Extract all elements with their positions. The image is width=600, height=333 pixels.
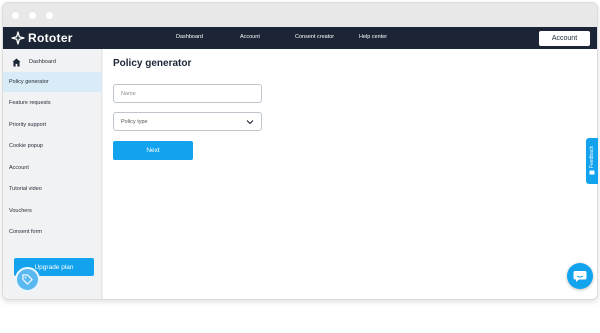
- account-button[interactable]: Account: [539, 31, 590, 46]
- sidebar-item-label: Cookie popup: [9, 143, 43, 149]
- top-navbar: Rototer Dashboard Account Consent creato…: [3, 27, 597, 49]
- sidebar-item-label: Dashboard: [29, 59, 56, 65]
- browser-window: Rototer Dashboard Account Consent creato…: [2, 2, 598, 300]
- tag-icon: [22, 274, 33, 285]
- window-dot-1: [12, 12, 19, 19]
- sidebar-item-label: Account: [9, 165, 29, 171]
- sidebar-item-label: Consent form: [9, 229, 43, 235]
- page-title: Policy generator: [113, 58, 192, 69]
- chevron-down-icon: [246, 120, 254, 125]
- sidebar-item-policy-generator[interactable]: Policy generator: [3, 72, 102, 92]
- nav-link-dashboard[interactable]: Dashboard: [176, 34, 203, 40]
- chat-icon: [573, 270, 587, 282]
- main-content: Policy generator Policy type Next: [103, 49, 597, 299]
- sidebar-item-label: Feature requests: [9, 100, 51, 106]
- sidebar: Dashboard Policy generator Feature reque…: [3, 49, 102, 299]
- sidebar-item-label: Vouchers: [9, 208, 32, 214]
- nav-link-help-center[interactable]: Help center: [359, 34, 387, 40]
- feedback-icon: [589, 170, 595, 175]
- sidebar-item-tutorial-video[interactable]: Tutorial video: [3, 179, 102, 199]
- window-chrome: [3, 3, 597, 27]
- policy-type-select[interactable]: Policy type: [113, 112, 262, 131]
- promo-tag-button[interactable]: [15, 267, 40, 292]
- brand-logo[interactable]: Rototer: [11, 30, 73, 46]
- sidebar-item-account[interactable]: Account: [3, 158, 102, 178]
- feedback-tab[interactable]: Feedback: [586, 138, 598, 184]
- sidebar-item-cookie-popup[interactable]: Cookie popup: [3, 136, 102, 156]
- home-icon: [12, 57, 21, 67]
- sidebar-item-consent-form[interactable]: Consent form: [3, 222, 102, 242]
- sidebar-item-label: Policy generator: [9, 79, 49, 85]
- sidebar-item-dashboard[interactable]: Dashboard: [3, 52, 102, 72]
- chat-support-button[interactable]: [567, 263, 593, 289]
- sidebar-item-vouchers[interactable]: Vouchers: [3, 201, 102, 221]
- sidebar-item-label: Priority support: [9, 122, 46, 128]
- policy-type-placeholder: Policy type: [121, 118, 148, 125]
- sidebar-item-label: Tutorial video: [9, 186, 42, 192]
- sidebar-item-feature-requests[interactable]: Feature requests: [3, 93, 102, 113]
- next-button[interactable]: Next: [113, 141, 193, 160]
- window-dot-2: [29, 12, 36, 19]
- window-dot-3: [46, 12, 53, 19]
- brand-name: Rototer: [28, 31, 73, 45]
- name-input[interactable]: [113, 84, 262, 103]
- feedback-label: Feedback: [589, 146, 595, 168]
- sparkle-logo-icon: [11, 31, 25, 45]
- sidebar-item-priority-support[interactable]: Priority support: [3, 115, 102, 135]
- nav-link-account[interactable]: Account: [240, 34, 260, 40]
- nav-link-consent-creator[interactable]: Consent creator: [295, 34, 334, 40]
